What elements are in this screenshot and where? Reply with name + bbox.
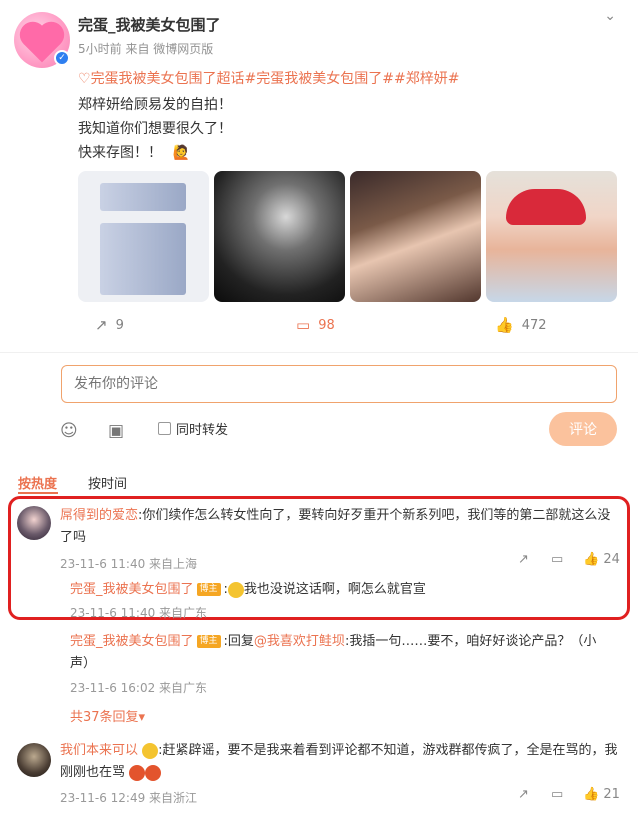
repost-button[interactable]: ↗ 9 [95,316,124,334]
comment-like-count: 24 [603,552,620,567]
comment-button[interactable]: ▭ 98 [296,316,335,334]
image-thumbnail-1[interactable] [78,171,209,302]
reply-author[interactable]: 完蛋_我被美女包围了 [70,634,194,649]
sort-by-time-tab[interactable]: 按时间 [88,473,127,492]
angry-emoji-icon [129,764,146,781]
reply-2: 完蛋_我被美女包围了 博主:回复@我喜欢打鲑坝:我插一句……要不，咱好好谈论产品？… [70,631,610,675]
comment-input[interactable] [61,365,617,403]
chevron-down-icon[interactable]: ⌄ [604,8,616,24]
share-icon: ↗ [95,316,108,334]
comment-like-button[interactable]: 👍 21 [583,787,620,802]
reply-prefix: :回复 [223,634,254,649]
thumbs-up-icon: 👍 [583,552,600,567]
image-icon[interactable]: ▣ [108,421,124,441]
post-line-1: 郑梓妍给顾易发的自拍！ [78,97,232,113]
angry-emoji-icon [145,764,162,781]
hand-emoji-icon: 🙋 [172,145,190,161]
post-line-3-text: 快来存图！！ [78,145,162,161]
like-count: 472 [521,317,547,333]
thumbs-up-icon: 👍 [495,316,514,334]
post-meta: 5小时前 来自 微博网页版 [78,42,214,56]
poster-name[interactable]: 完蛋_我被美女包围了 [78,14,221,35]
reply-meta: 23-11-6 11:40 来自广东 [70,606,208,620]
thinking-emoji-icon [227,581,244,598]
active-tab-underline [18,492,58,494]
caret-down-icon: ▾ [138,710,146,725]
more-replies-label: 共37条回复 [70,710,139,725]
reply-1: 完蛋_我被美女包围了 博主: 我也没说这话啊，啊怎么就官宣 [70,581,426,598]
blogger-badge: 博主 [196,583,221,596]
divider [0,352,638,353]
comment-like-button[interactable]: 👍 24 [583,552,620,567]
submit-comment-button[interactable]: 评论 [549,412,617,446]
commenter-name[interactable]: 屌得到的爱恋 [60,508,138,523]
topic-line[interactable]: ♡完蛋我被美女包围了超话#完蛋我被美女包围了##郑梓妍# [78,68,459,88]
repost-count: 9 [115,317,124,333]
mention-link[interactable]: @我喜欢打鲑坝 [254,634,345,649]
comment-body: 屌得到的爱恋:你们续作怎么转女性向了，要转向好歹重开个新系列吧，我们等的第二部就… [60,505,620,549]
comment-meta: 23-11-6 11:40 来自上海 [60,557,198,571]
verified-icon: ✓ [54,50,70,66]
topic-links[interactable]: 完蛋我被美女包围了超话#完蛋我被美女包围了##郑梓妍# [91,71,460,87]
reply-text: 我也没说这话啊，啊怎么就官宣 [243,582,426,597]
sort-by-hot-tab[interactable]: 按热度 [18,473,57,492]
face-emoji-icon [142,742,159,759]
reply-author[interactable]: 完蛋_我被美女包围了 [70,582,194,597]
comment-count: 98 [318,317,335,333]
comment-share-icon[interactable]: ↗ [518,787,529,802]
emoji-icon[interactable]: ☺ [60,421,78,441]
commenter-avatar[interactable] [17,506,51,540]
commenter-name[interactable]: 我们本来可以 [60,743,138,758]
reply-meta: 23-11-6 16:02 来自广东 [70,681,208,695]
post-line-2: 我知道你们想要很久了！ [78,121,232,137]
thumbs-up-icon: 👍 [583,787,600,802]
comment-share-icon[interactable]: ↗ [518,552,529,567]
sync-repost-checkbox[interactable] [158,422,171,435]
comment-text: :你们续作怎么转女性向了，要转向好歹重开个新系列吧，我们等的第二部就这么没了吗 [60,508,611,545]
comment-like-count: 21 [603,787,620,802]
comment-body: 我们本来可以 :赶紧辟谣，要不是我来着看到评论都不知道，游戏群都传疯了，全是在骂… [60,740,620,784]
like-button[interactable]: 👍 472 [495,316,547,334]
comment-reply-icon[interactable]: ▭ [551,552,563,567]
more-replies-link[interactable]: 共37条回复▾ [70,706,145,725]
blogger-badge: 博主 [196,635,221,648]
image-thumbnail-4[interactable] [486,171,617,302]
commenter-avatar[interactable] [17,743,51,777]
post-line-3: 快来存图！！ 🙋 [78,142,190,162]
comment-reply-icon[interactable]: ▭ [551,787,563,802]
topic-diamond-icon: ♡ [78,71,91,87]
image-thumbnail-2[interactable] [214,171,345,302]
image-thumbnail-3[interactable] [350,171,481,302]
comment-icon: ▭ [296,316,311,334]
comment-meta: 23-11-6 12:49 来自浙江 [60,791,198,805]
sync-repost-label: 同时转发 [176,423,229,438]
